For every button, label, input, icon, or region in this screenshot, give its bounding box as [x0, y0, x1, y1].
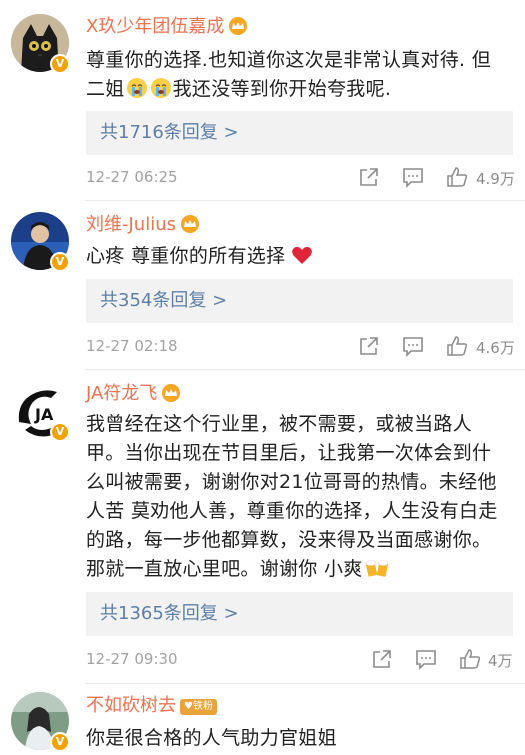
comment-text-line: 那就一直放心里吧。谢谢你 小爽 — [86, 555, 511, 588]
like-count: 4万 — [488, 652, 513, 670]
commenter-name-text: JA符龙飞 — [86, 383, 158, 404]
comment-text-line: 尊重你的选择.也知道你这次是非常认真对待. 但 — [86, 49, 492, 71]
fan-badge: ♥铁粉 — [180, 699, 217, 715]
comment-item: V 刘维-Julius 心疼 尊重你的所有选择 共354条回复 > 12-27 … — [0, 201, 525, 369]
like-count: 4.9万 — [476, 170, 515, 188]
comment-item: V X玖少年团伍嘉成 尊重你的选择.也知道你这次是非常认真对待. 但 二姐 我还没… — [0, 0, 525, 200]
comment-text: 心疼 尊重你的所有选择 — [86, 242, 511, 275]
commenter-name[interactable]: 刘维-Julius — [86, 214, 200, 239]
comment-text-segment: 心疼 尊重你的所有选择 — [86, 245, 286, 267]
like-count: 4.6万 — [476, 339, 515, 357]
commenter-name[interactable]: 不如砍树去 ♥铁粉 — [86, 695, 217, 717]
comment-text-line: 人苦 莫劝他人善，尊重你的选择，人生没有白走 — [86, 500, 498, 522]
comment-text-line: 二姐 我还没等到你开始夸我呢. — [86, 75, 511, 108]
like-icon[interactable] — [459, 648, 481, 672]
crying-emoji-icon — [126, 77, 148, 108]
comment-item: V 不如砍树去 ♥铁粉 你是很合格的人气助力官姐姐 — [0, 684, 525, 755]
comment-item: JA V JA符龙飞 我曾经在这个行业里，被不需要，或被当路人 甲。当你出现在节… — [0, 370, 525, 682]
ja-logo-text: JA — [34, 405, 54, 424]
comment-meta: 12-27 02:18 4.6万 — [86, 335, 515, 359]
fan-badge-label: 铁粉 — [192, 701, 213, 712]
verified-badge-icon: V — [50, 422, 70, 442]
commenter-name-text: X玖少年团伍嘉成 — [86, 16, 225, 37]
crown-icon — [180, 215, 200, 239]
comment-text-segment: 那就一直放心里吧。谢谢你 小爽 — [86, 558, 363, 580]
repost-icon[interactable] — [358, 166, 380, 190]
comment-text: 你是很合格的人气助力官姐姐 — [86, 724, 511, 753]
comment-text-line: 的路，每一步他都算数，没来得及当面感谢你。 — [86, 529, 492, 551]
comment-icon[interactable] — [402, 166, 424, 190]
commenter-name[interactable]: X玖少年团伍嘉成 — [86, 16, 248, 41]
comment-icon[interactable] — [415, 648, 437, 672]
heart-icon: ♥ — [184, 701, 193, 712]
comment-text-line: 甲。当你出现在节目里后，让我第一次体会到什 — [86, 442, 492, 464]
comment-text-segment: 你是很合格的人气助力官姐姐 — [86, 727, 337, 749]
comment-text-segment: 我还没等到你开始夸我呢. — [172, 78, 392, 100]
heart-emoji-icon — [291, 244, 313, 275]
comment-text-line: 么叫被需要，谢谢你对21位哥哥的热情。未经他 — [86, 471, 497, 493]
comment-text-line: 我曾经在这个行业里，被不需要，或被当路人 — [86, 413, 473, 435]
crown-icon — [228, 17, 248, 41]
comment-meta: 12-27 06:25 4.9万 — [86, 166, 515, 190]
beer-cheers-emoji-icon — [365, 557, 389, 588]
verified-badge-icon: V — [50, 732, 70, 752]
view-replies-button[interactable]: 共1716条回复 > — [86, 111, 513, 155]
crown-icon — [161, 384, 181, 408]
commenter-name-text: 不如砍树去 — [86, 695, 176, 716]
comment-time: 12-27 06:25 — [86, 168, 178, 186]
crying-emoji-icon — [150, 77, 172, 108]
commenter-name-text: 刘维-Julius — [86, 214, 176, 235]
view-replies-button[interactable]: 共1365条回复 > — [86, 592, 513, 636]
comment-text: 我曾经在这个行业里，被不需要，或被当路人 甲。当你出现在节目里后，让我第一次体会… — [86, 410, 511, 588]
comment-text: 尊重你的选择.也知道你这次是非常认真对待. 但 二姐 我还没等到你开始夸我呢. — [86, 46, 511, 108]
comment-icon[interactable] — [402, 335, 424, 359]
comment-time: 12-27 02:18 — [86, 337, 178, 355]
like-icon[interactable] — [446, 335, 468, 359]
verified-badge-icon: V — [50, 252, 70, 272]
comment-text-segment: 二姐 — [86, 78, 125, 100]
verified-badge-icon: V — [50, 54, 70, 74]
like-icon[interactable] — [446, 166, 468, 190]
comment-meta: 12-27 09:30 4万 — [86, 648, 515, 672]
repost-icon[interactable] — [358, 335, 380, 359]
repost-icon[interactable] — [371, 648, 393, 672]
commenter-name[interactable]: JA符龙飞 — [86, 383, 181, 408]
comment-time: 12-27 09:30 — [86, 650, 178, 668]
view-replies-button[interactable]: 共354条回复 > — [86, 279, 513, 323]
